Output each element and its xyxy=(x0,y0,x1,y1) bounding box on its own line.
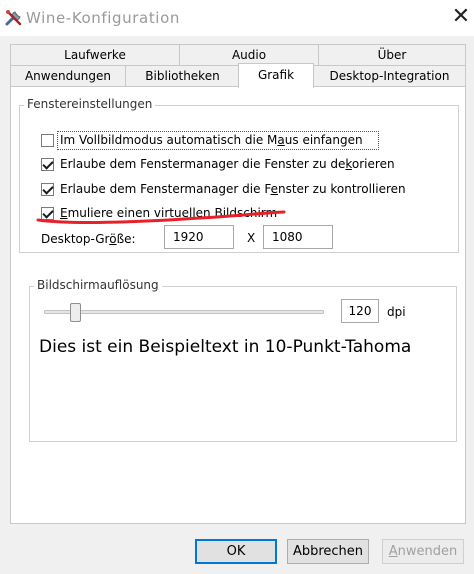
mnemonic: E xyxy=(60,206,68,220)
window-settings-legend: Fenstereinstellungen xyxy=(24,97,156,111)
tab-label: Audio xyxy=(231,48,267,62)
capture-mouse-label: Im Vollbildmodus automatisch die Maus ei… xyxy=(60,133,363,147)
apply-button[interactable]: Anwenden xyxy=(382,539,464,564)
tab-label: Über xyxy=(377,48,407,62)
label-text: nster zu kontrollieren xyxy=(277,182,406,196)
desktop-size-label: Desktop-Größe: xyxy=(41,232,136,246)
tab-label: Anwendungen xyxy=(24,69,112,83)
button-label: nwenden xyxy=(397,544,458,559)
dpi-input[interactable] xyxy=(341,299,379,323)
tab-label: Laufwerke xyxy=(64,48,126,62)
tab-grafik[interactable]: Grafik xyxy=(238,63,314,88)
decorate-windows-checkbox[interactable] xyxy=(41,158,54,171)
grafik-panel: Fenstereinstellungen Im Vollbildmodus au… xyxy=(10,86,466,524)
decorate-windows-label: Erlaube dem Fenstermanager die Fenster z… xyxy=(60,157,395,171)
wine-tools-icon xyxy=(5,10,22,26)
virtual-desktop-checkbox[interactable] xyxy=(41,207,54,220)
desktop-width-input[interactable] xyxy=(164,225,234,249)
label-text: Erlaube dem Fenstermanager die Fenster z… xyxy=(60,157,346,171)
sample-text: Dies ist ein Beispieltext in 10-Punkt-Ta… xyxy=(39,337,412,357)
tab-ueber[interactable]: Über xyxy=(318,44,466,65)
dpi-slider-track[interactable] xyxy=(44,310,324,314)
tab-desktop-integration[interactable]: Desktop-Integration xyxy=(313,65,466,86)
tab-laufwerke[interactable]: Laufwerke xyxy=(10,44,180,65)
tab-label: Grafik xyxy=(257,68,295,82)
label-text: ße: xyxy=(116,232,136,246)
ok-button[interactable]: OK xyxy=(195,539,277,564)
window-title: Wine-Konfiguration xyxy=(26,9,180,27)
close-button[interactable]: ✕ xyxy=(450,6,472,28)
capture-mouse-option[interactable]: Im Vollbildmodus automatisch die Maus ei… xyxy=(41,131,441,151)
resolution-group: Bildschirmauflösung dpi Dies ist ein Bei… xyxy=(29,278,457,442)
resolution-legend: Bildschirmauflösung xyxy=(34,278,162,292)
tab-audio[interactable]: Audio xyxy=(179,44,319,65)
virtual-desktop-option[interactable]: Emuliere einen virtuellen Bildschirm xyxy=(41,206,441,224)
dpi-slider-thumb[interactable] xyxy=(69,303,81,322)
window-settings-group: Fenstereinstellungen Im Vollbildmodus au… xyxy=(19,97,459,253)
tab-label: Desktop-Integration xyxy=(329,69,450,83)
label-text: orieren xyxy=(351,157,395,171)
title-bar: Wine-Konfiguration ✕ xyxy=(0,0,474,36)
label-text: Im Vollbildmodus automatisch die M xyxy=(60,133,278,147)
mnemonic: A xyxy=(388,544,398,559)
desktop-height-input[interactable] xyxy=(263,225,333,249)
tab-row-upper: Laufwerke Audio Über xyxy=(10,44,466,65)
mnemonic: ö xyxy=(109,232,117,246)
tab-anwendungen[interactable]: Anwendungen xyxy=(10,65,126,86)
tab-bibliotheken[interactable]: Bibliotheken xyxy=(125,65,240,86)
virtual-desktop-label: Emuliere einen virtuellen Bildschirm xyxy=(60,206,277,220)
decorate-windows-option[interactable]: Erlaube dem Fenstermanager die Fenster z… xyxy=(41,157,441,175)
label-text: Erlaube dem Fenstermanager die F xyxy=(60,182,271,196)
cancel-button[interactable]: Abbrechen xyxy=(287,539,369,564)
tab-row-lower: Anwendungen Bibliotheken Grafik Desktop-… xyxy=(10,63,466,88)
size-separator: X xyxy=(247,231,256,245)
label-text: muliere einen virtuellen Bildschirm xyxy=(67,206,278,220)
label-text: us einfangen xyxy=(284,133,363,147)
control-windows-option[interactable]: Erlaube dem Fenstermanager die Fenster z… xyxy=(41,182,441,200)
label-text: Desktop-Gr xyxy=(41,232,110,246)
mnemonic: a xyxy=(277,133,285,147)
control-windows-checkbox[interactable] xyxy=(41,183,54,196)
control-windows-label: Erlaube dem Fenstermanager die Fenster z… xyxy=(60,182,406,196)
mnemonic: e xyxy=(270,182,278,196)
tab-label: Bibliotheken xyxy=(145,69,220,83)
dpi-unit-label: dpi xyxy=(387,305,406,319)
close-icon: ✕ xyxy=(451,4,471,29)
capture-mouse-checkbox[interactable] xyxy=(41,134,54,147)
